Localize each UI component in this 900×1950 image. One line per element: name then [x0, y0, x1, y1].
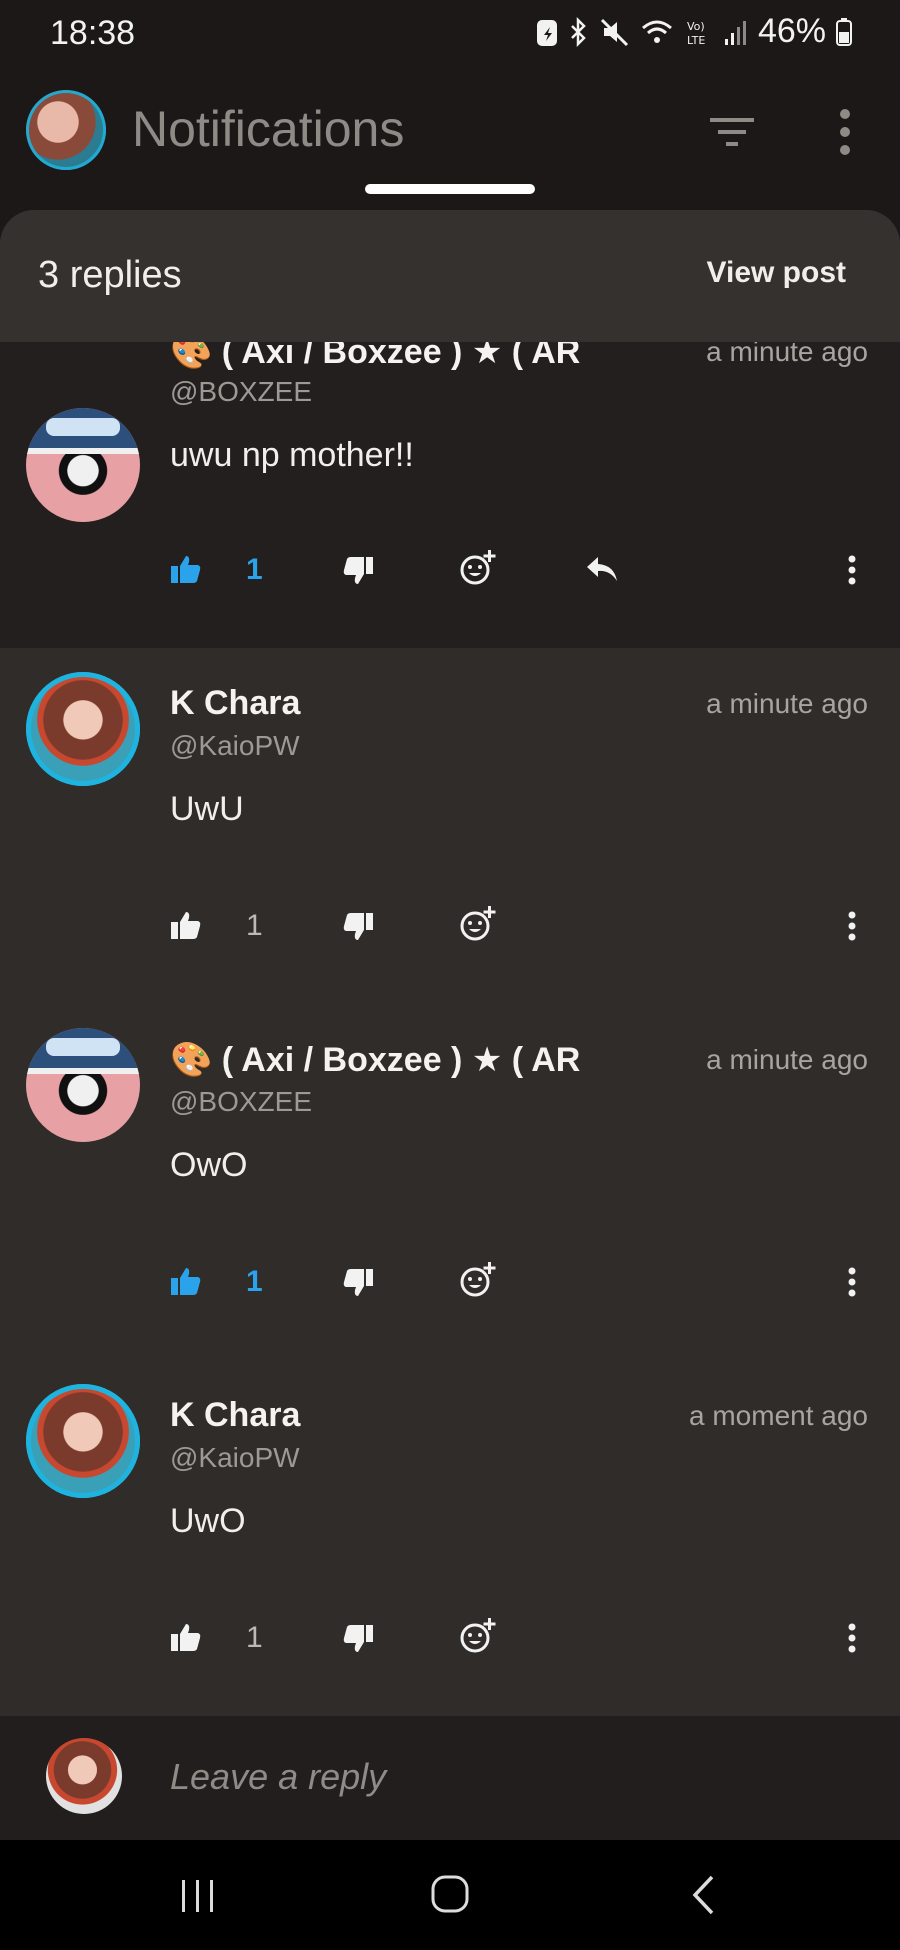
reply-author-handle[interactable]: @BOXZEE [170, 376, 312, 408]
add-reaction-icon[interactable] [458, 1616, 498, 1656]
replies-count-title: 3 replies [38, 254, 182, 296]
wifi-icon [640, 17, 674, 47]
battery-icon [836, 17, 852, 47]
dislike-icon[interactable] [342, 1268, 374, 1298]
mute-icon [600, 17, 630, 47]
reply-text: UwU [170, 790, 244, 828]
back-icon[interactable] [690, 1874, 718, 1916]
reply-timestamp: a minute ago [706, 688, 868, 719]
reply-text: OwO [170, 1146, 248, 1184]
reply-actions: 1 [0, 1252, 900, 1312]
page-title: Notifications [132, 101, 405, 157]
reply-author-handle[interactable]: @BOXZEE [170, 1086, 312, 1118]
recent-apps-icon[interactable] [178, 1878, 218, 1914]
reply-author-handle[interactable]: @KaioPW [170, 730, 300, 762]
filter-icon[interactable] [708, 108, 756, 156]
bluetooth-icon [568, 16, 590, 47]
add-reaction-icon[interactable] [458, 1260, 498, 1300]
palette-emoji: 🎨 [170, 1041, 213, 1079]
battery-percentage: 46% [757, 12, 826, 50]
like-count: 1 [246, 553, 263, 586]
battery-saver-icon [536, 17, 558, 47]
volte-icon: Vo) LTE [684, 17, 714, 47]
reply-more-options-icon[interactable] [846, 910, 858, 942]
reply-author-name[interactable]: K Chara [170, 684, 650, 723]
app-bar: Notifications [0, 70, 900, 210]
reply-actions: 1 [0, 1608, 900, 1668]
reply-actions [0, 430, 900, 490]
add-reaction-icon[interactable] [458, 904, 498, 944]
replies-sheet: 3 replies View post 🎨 ( Axi / Boxzee ) ★… [0, 210, 900, 1840]
reply-timestamp: a moment ago [689, 1400, 868, 1431]
current-user-avatar [46, 1738, 122, 1814]
reply-input-bar[interactable]: Leave a reply [0, 1716, 900, 1840]
dislike-icon[interactable] [342, 556, 374, 586]
like-count: 1 [246, 909, 263, 942]
add-reaction-icon[interactable] [458, 548, 498, 588]
reply-more-options-icon[interactable] [846, 1622, 858, 1654]
reply-author-name[interactable]: K Chara [170, 1396, 650, 1435]
reply-author-handle[interactable]: @KaioPW [170, 1442, 300, 1474]
svg-text:LTE: LTE [687, 34, 705, 47]
reply-input-placeholder[interactable]: Leave a reply [170, 1756, 386, 1798]
like-icon[interactable] [170, 1622, 202, 1652]
like-icon[interactable] [170, 910, 202, 940]
sheet-header: 3 replies View post [0, 210, 900, 342]
like-icon[interactable] [170, 1266, 202, 1296]
view-post-button[interactable]: View post [707, 256, 846, 290]
avatar[interactable] [26, 1384, 140, 1498]
reply-timestamp: a minute ago [706, 1044, 868, 1075]
svg-text:Vo): Vo) [687, 20, 705, 33]
reply-actions: 1 [0, 540, 900, 600]
sheet-drag-handle[interactable] [365, 184, 535, 194]
like-icon[interactable] [170, 554, 202, 584]
status-icons: Vo) LTE 46% [536, 12, 852, 51]
reply-more-options-icon[interactable] [846, 554, 858, 586]
user-avatar[interactable] [26, 90, 106, 170]
more-options-icon[interactable] [830, 106, 860, 158]
reply-text: UwO [170, 1502, 246, 1540]
status-time: 18:38 [50, 14, 136, 52]
avatar[interactable] [26, 1028, 140, 1142]
dislike-icon[interactable] [342, 1624, 374, 1654]
reply-more-options-icon[interactable] [846, 1266, 858, 1298]
home-icon[interactable] [430, 1874, 470, 1914]
reply-author-name[interactable]: 🎨 ( Axi / Boxzee ) ★ ( AR [170, 1040, 650, 1080]
avatar[interactable] [26, 672, 140, 786]
status-bar: 18:38 Vo) LTE 46% [0, 0, 900, 70]
reply-icon[interactable] [584, 554, 620, 584]
system-nav-bar [0, 1840, 900, 1950]
like-count: 1 [246, 1265, 263, 1298]
signal-icon [724, 17, 748, 47]
reply-actions: 1 [0, 896, 900, 956]
dislike-icon[interactable] [342, 912, 374, 942]
like-count: 1 [246, 1621, 263, 1654]
